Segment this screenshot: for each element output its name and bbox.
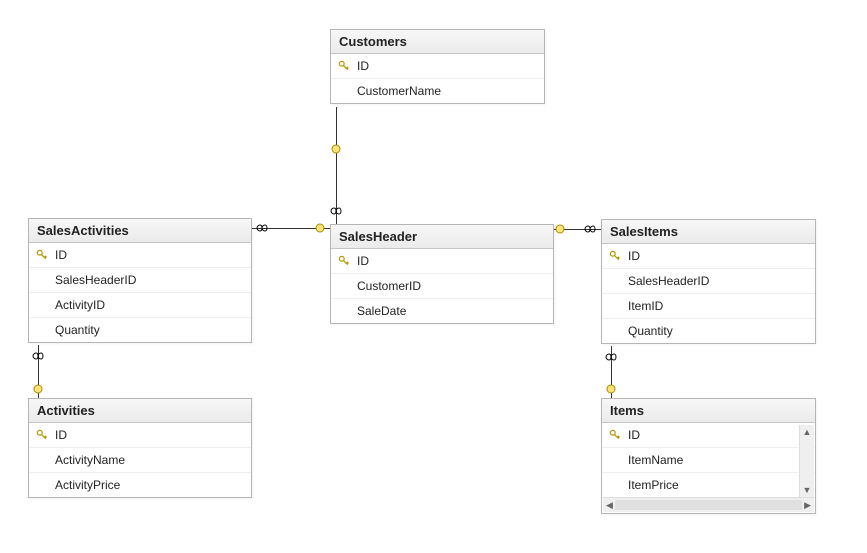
fk-many-endpoint [330, 207, 340, 217]
table-salesActivities[interactable]: SalesActivities ID SalesHeaderID ActivityID… [28, 218, 252, 343]
column-name: Quantity [624, 324, 673, 338]
column-name: CustomerID [353, 279, 421, 293]
column-row[interactable]: ID [331, 249, 553, 274]
table-title: SalesItems [602, 220, 815, 244]
primary-key-icon [606, 429, 624, 441]
column-name: SalesHeaderID [624, 274, 709, 288]
primary-key-icon [335, 255, 353, 267]
table-title: Customers [331, 30, 544, 54]
fk-many-endpoint [256, 222, 266, 232]
column-row[interactable]: ID [331, 54, 544, 79]
table-title: Activities [29, 399, 251, 423]
fk-key-endpoint [315, 223, 325, 233]
column-row[interactable]: ID [602, 244, 815, 269]
fk-many-endpoint [584, 223, 594, 233]
column-row[interactable]: SaleDate [331, 299, 553, 323]
scroll-left-icon[interactable]: ◀ [606, 500, 613, 511]
vertical-scrollbar[interactable]: ▲▼ [799, 425, 814, 497]
column-row[interactable]: CustomerID [331, 274, 553, 299]
column-row[interactable]: ItemName [602, 448, 815, 473]
column-name: ActivityName [51, 453, 125, 467]
column-row[interactable]: ID [29, 243, 251, 268]
primary-key-icon [606, 250, 624, 262]
table-salesHeader[interactable]: SalesHeader ID CustomerID SaleDate [330, 224, 554, 324]
column-row[interactable]: ID [29, 423, 251, 448]
column-name: ItemPrice [624, 478, 679, 492]
column-row[interactable]: Quantity [29, 318, 251, 342]
column-name: ID [624, 249, 640, 263]
primary-key-icon [33, 249, 51, 261]
fk-key-endpoint [331, 144, 341, 154]
column-name: ID [51, 428, 67, 442]
column-row[interactable]: ItemID [602, 294, 815, 319]
column-name: Quantity [51, 323, 100, 337]
column-row[interactable]: ActivityName [29, 448, 251, 473]
column-name: ID [624, 428, 640, 442]
scroll-track[interactable] [615, 500, 802, 510]
column-name: ItemID [624, 299, 663, 313]
fk-key-endpoint [606, 384, 616, 394]
primary-key-icon [33, 429, 51, 441]
table-activities[interactable]: Activities ID ActivityName ActivityPrice [28, 398, 252, 498]
column-row[interactable]: ActivityPrice [29, 473, 251, 497]
table-salesItems[interactable]: SalesItems ID SalesHeaderID ItemID Quantity [601, 219, 816, 344]
primary-key-icon [335, 60, 353, 72]
table-customers[interactable]: Customers ID CustomerName [330, 29, 545, 104]
fk-many-endpoint [32, 350, 42, 360]
column-row[interactable]: SalesHeaderID [29, 268, 251, 293]
column-row[interactable]: ActivityID [29, 293, 251, 318]
column-name: ID [51, 248, 67, 262]
column-name: SaleDate [353, 304, 406, 318]
column-row[interactable]: ItemPrice [602, 473, 815, 498]
column-name: ID [353, 254, 369, 268]
table-title: SalesActivities [29, 219, 251, 243]
column-row[interactable]: ID [602, 423, 815, 448]
fk-key-endpoint [555, 224, 565, 234]
column-name: ItemName [624, 453, 683, 467]
column-name: ActivityID [51, 298, 105, 312]
column-name: ActivityPrice [51, 478, 120, 492]
table-title: SalesHeader [331, 225, 553, 249]
column-name: ID [353, 59, 369, 73]
scroll-up-icon[interactable]: ▲ [800, 425, 814, 439]
column-row[interactable]: CustomerName [331, 79, 544, 103]
column-name: SalesHeaderID [51, 273, 136, 287]
column-name: CustomerName [353, 84, 441, 98]
fk-key-endpoint [33, 384, 43, 394]
scroll-down-icon[interactable]: ▼ [800, 483, 814, 497]
column-row[interactable]: Quantity [602, 319, 815, 343]
table-title: Items [602, 399, 815, 423]
table-items[interactable]: ItemsIDItemNameItemPrice▲▼◀▶ [601, 398, 816, 514]
scroll-right-icon[interactable]: ▶ [804, 500, 811, 511]
column-row[interactable]: SalesHeaderID [602, 269, 815, 294]
fk-many-endpoint [605, 351, 615, 361]
horizontal-scrollbar[interactable]: ◀▶ [603, 497, 814, 512]
